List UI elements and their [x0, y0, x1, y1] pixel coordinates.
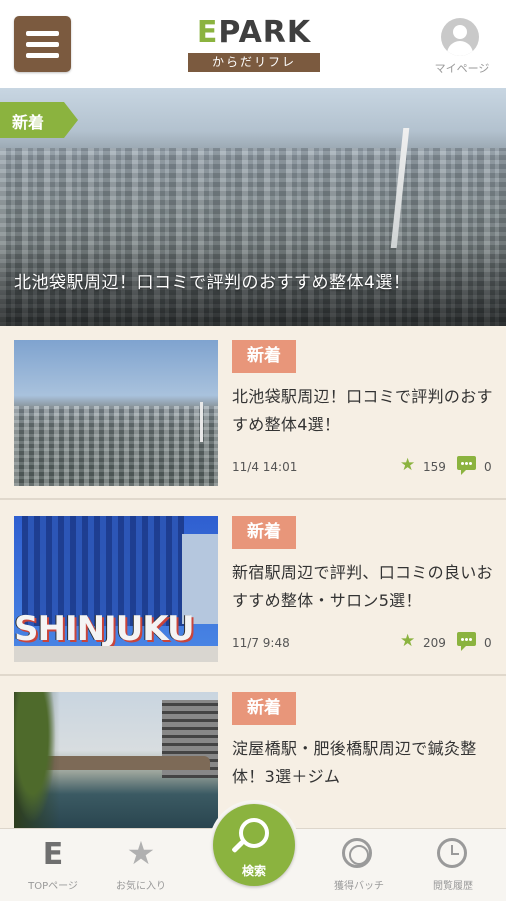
new-badge: 新着: [232, 692, 296, 725]
article-card[interactable]: SHINJUKU 新着 新宿駅周辺で評判、口コミの良いおすすめ整体・サロン5選！…: [0, 502, 506, 676]
article-date: 11/4 14:01: [232, 460, 298, 474]
favorite-count: 209: [423, 636, 446, 650]
search-icon-handle: [231, 839, 245, 854]
logo-wordmark: EPARK: [186, 16, 322, 50]
article-card[interactable]: 新着 北池袋駅周辺！口コミで評判のおすすめ整体4選！ 11/4 14:01 ★ …: [0, 326, 506, 500]
logo-e-letter: E: [196, 15, 219, 50]
logo-subtitle: からだリフレ: [188, 53, 320, 72]
comment-icon: [457, 456, 476, 475]
featured-article-banner[interactable]: 新着 北池袋駅周辺！口コミで評判のおすすめ整体4選！: [0, 88, 506, 326]
shinjuku-sign-text: SHINJUKU: [14, 609, 195, 649]
nav-top-page[interactable]: E TOPページ: [8, 829, 98, 901]
app-header: EPARK からだリフレ マイページ: [0, 0, 506, 89]
new-badge: 新着: [232, 340, 296, 373]
new-badge: 新着: [232, 516, 296, 549]
article-title: 北池袋駅周辺！口コミで評判のおすすめ整体4選！: [232, 387, 493, 434]
hero-new-badge-label: 新着: [12, 113, 45, 132]
user-avatar-icon: [441, 18, 479, 56]
hamburger-menu-button[interactable]: [14, 16, 71, 72]
nav-label: 獲得バッチ: [334, 881, 384, 892]
article-date: 11/7 9:48: [232, 636, 290, 650]
star-icon: ★: [126, 834, 156, 872]
nav-history[interactable]: 閲覧履歴: [408, 829, 498, 901]
comment-icon: [457, 632, 476, 651]
nav-favorites[interactable]: ★ お気に入り: [96, 829, 186, 901]
menu-bar-icon: [26, 31, 59, 36]
comment-count: 0: [484, 460, 492, 474]
badge-medal-icon: [342, 838, 372, 868]
favorite-count: 159: [423, 460, 446, 474]
article-thumbnail: SHINJUKU: [14, 516, 218, 662]
comment-count: 0: [484, 636, 492, 650]
star-icon: ★: [400, 631, 416, 651]
hero-new-badge: 新着: [0, 102, 78, 138]
article-thumbnail: [14, 692, 218, 838]
nav-label: TOPページ: [28, 881, 78, 892]
clock-icon: [437, 838, 467, 868]
mypage-button[interactable]: マイページ: [424, 18, 500, 78]
search-label: 検索: [241, 864, 266, 878]
star-icon: ★: [400, 455, 416, 475]
menu-bar-icon: [26, 42, 59, 47]
article-thumbnail: [14, 340, 218, 486]
article-title: 新宿駅周辺で評判、口コミの良いおすすめ整体・サロン5選！: [232, 563, 493, 610]
mypage-label: マイページ: [434, 62, 490, 75]
epark-logo[interactable]: EPARK からだリフレ: [186, 16, 322, 72]
nav-badges[interactable]: 獲得バッチ: [314, 829, 404, 901]
menu-bar-icon: [26, 53, 59, 58]
epark-e-icon: E: [42, 837, 64, 872]
search-button[interactable]: 検索: [213, 804, 295, 886]
nav-label: 閲覧履歴: [433, 881, 473, 892]
article-title: 淀屋橋駅・肥後橋駅周辺で鍼灸整体！3選＋ジム: [232, 739, 477, 786]
hero-title: 北池袋駅周辺！口コミで評判のおすすめ整体4選！: [14, 273, 411, 293]
logo-park-text: PARK: [218, 15, 312, 50]
nav-label: お気に入り: [116, 881, 166, 892]
